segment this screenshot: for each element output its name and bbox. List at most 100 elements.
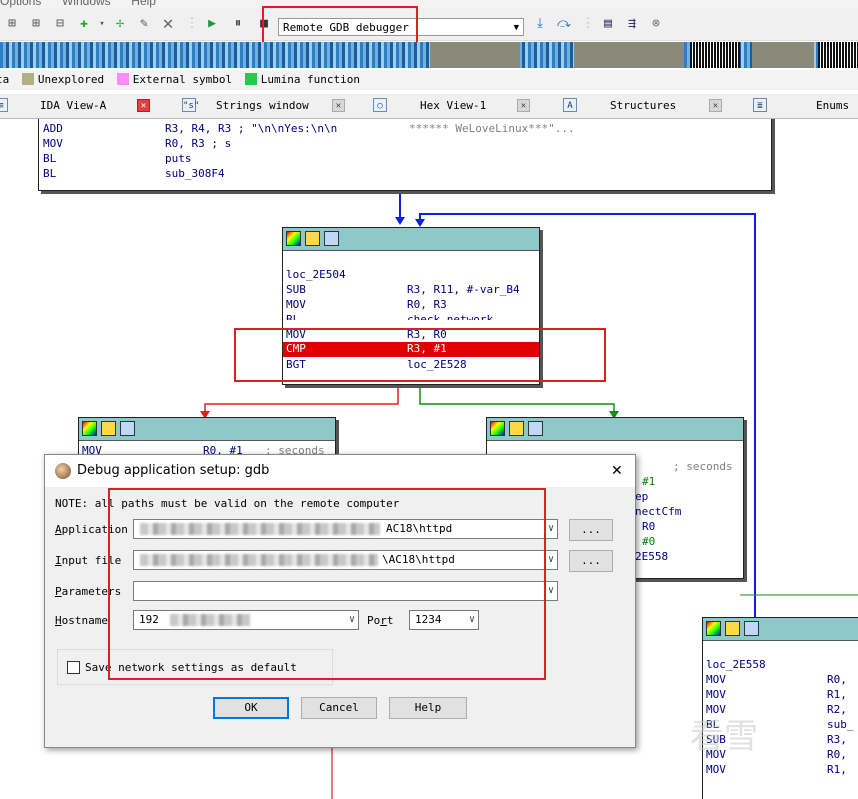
graph-icon[interactable] [744, 621, 759, 636]
tab-enums[interactable]: Enums [816, 94, 849, 118]
operand: R1, [827, 763, 847, 776]
legend-item-lumina: Lumina function [239, 73, 360, 86]
cmp-highlight-box [234, 328, 606, 382]
nav-unexplored-segment [574, 42, 684, 68]
edge-false-branch [204, 385, 399, 415]
add-struct-icon[interactable]: ⊞ [28, 16, 44, 32]
tracing-icon[interactable]: ⇶ [624, 16, 640, 32]
cancel-button[interactable]: Cancel [301, 697, 377, 719]
legend-item-unexplored: Unexplored [16, 73, 104, 86]
dialog-highlight-box [108, 488, 546, 680]
edit-block-icon[interactable] [305, 231, 320, 246]
chevron-down-icon: ∨ [547, 523, 554, 534]
add-enum-icon[interactable]: ⊟ [52, 16, 68, 32]
add-segment-icon[interactable]: ⊞ [4, 16, 20, 32]
color-icon[interactable] [286, 231, 301, 246]
add-breakpoint-icon[interactable]: ✚ [76, 16, 92, 32]
operand: R3, R4, R3 ; "\n\nYes:\n\n [165, 122, 338, 135]
mnemonic: BL [43, 152, 57, 165]
browse-application-button[interactable]: ... [569, 519, 613, 541]
close-icon[interactable]: ✕ [611, 455, 623, 487]
separator-icon: ⋮ [185, 16, 199, 31]
edit-icon[interactable]: ✎ [136, 16, 152, 32]
operand: R0 [642, 520, 656, 533]
operand: #1 [642, 475, 656, 488]
strings-icon: "s" [182, 98, 199, 112]
tab-structures[interactable]: Structures [610, 94, 676, 118]
dialog-titlebar: Debug application setup: gdb ✕ [45, 455, 635, 487]
operand: ep [635, 490, 649, 503]
navigation-band[interactable] [0, 42, 858, 68]
ida-logo-icon [55, 463, 71, 479]
graph-icon[interactable] [528, 421, 543, 436]
block-header [79, 418, 335, 441]
mnemonic: ADD [43, 122, 63, 135]
dropdown-arrow-icon[interactable]: ▾ [94, 16, 110, 32]
mnemonic: MOV [706, 763, 726, 776]
close-tab-icon[interactable]: ✕ [137, 99, 150, 112]
code-block-loc-2e558[interactable]: loc_2E558 MOV R0, MOV R1, MOV R2, BL sub… [702, 617, 858, 799]
pause-icon[interactable]: ⏸ [230, 16, 246, 32]
menu-options[interactable]: Options [0, 0, 41, 8]
color-icon[interactable] [490, 421, 505, 436]
code-block-top[interactable]: ADD R3, R4, R3 ; "\n\nYes:\n\n ****** We… [38, 119, 772, 191]
operand: nectCfm [635, 505, 682, 518]
tab-strings-window[interactable]: Strings window [216, 94, 309, 118]
edit-block-icon[interactable] [509, 421, 524, 436]
edge-arrow-icon [395, 217, 405, 225]
ok-button[interactable]: OK [213, 697, 289, 719]
graph-icon[interactable] [120, 421, 135, 436]
operand: R3, [827, 733, 847, 746]
mnemonic: MOV [286, 298, 306, 311]
step-over-icon[interactable]: ⤼ [556, 16, 572, 32]
block-label[interactable]: loc_2E558 [706, 658, 766, 672]
step-into-icon[interactable]: ⤓ [532, 16, 548, 32]
graph-icon[interactable] [324, 231, 339, 246]
plus-icon[interactable]: ✢ [112, 16, 128, 32]
operand: R2, [827, 703, 847, 716]
edit-block-icon[interactable] [101, 421, 116, 436]
browse-input-file-button[interactable]: ... [569, 550, 613, 572]
ida-icon: ≡ [0, 98, 8, 112]
delete-icon[interactable]: ✕ [160, 15, 176, 33]
nav-unexplored-segment [752, 42, 814, 68]
menu-bar: Options Windows Help [0, 0, 858, 8]
mnemonic: MOV [43, 137, 63, 150]
save-default-checkbox[interactable] [67, 661, 80, 674]
hex-icon: ○ [373, 98, 387, 112]
menu-help[interactable]: Help [131, 0, 156, 8]
mnemonic: SUB [286, 283, 306, 296]
operand: R0, [827, 673, 847, 686]
play-icon[interactable]: ▶ [204, 16, 220, 32]
close-tab-icon[interactable]: ✕ [709, 99, 722, 112]
close-tab-icon[interactable]: ✕ [517, 99, 530, 112]
enums-icon: ≣ [753, 98, 767, 112]
operand: R0, [827, 748, 847, 761]
mnemonic: MOV [706, 688, 726, 701]
separator-icon: ⋮ [581, 16, 595, 31]
color-icon[interactable] [82, 421, 97, 436]
menu-windows[interactable]: Windows [62, 0, 111, 8]
legend-item-external: External symbol [111, 73, 232, 86]
structures-icon: A [563, 98, 577, 112]
mnemonic: MOV [706, 673, 726, 686]
close-tab-icon[interactable]: ✕ [332, 99, 345, 112]
tab-ida-view-a[interactable]: IDA View-A [40, 94, 106, 118]
breakpoint-list-icon[interactable]: ▤ [600, 16, 616, 32]
operand: sub_ [827, 718, 854, 731]
block-header [487, 418, 743, 441]
edit-block-icon[interactable] [725, 621, 740, 636]
operand: puts [165, 152, 192, 165]
block-label[interactable]: loc_2E504 [286, 268, 346, 282]
tab-bar: ≡ IDA View-A ✕ "s" Strings window ✕ ○ He… [0, 94, 858, 119]
color-icon[interactable] [706, 621, 721, 636]
block-header [703, 618, 858, 641]
comment: ****** WeLoveLinux***"... [409, 122, 575, 135]
chevron-down-icon: ∨ [547, 554, 554, 565]
edge-true-branch [419, 385, 615, 415]
help-button[interactable]: Help [389, 697, 467, 719]
chevron-down-icon: ∨ [547, 585, 554, 596]
operand: check_network [407, 313, 494, 320]
clear-trace-icon[interactable]: ⊗ [648, 16, 664, 32]
tab-hex-view-1[interactable]: Hex View-1 [420, 94, 486, 118]
